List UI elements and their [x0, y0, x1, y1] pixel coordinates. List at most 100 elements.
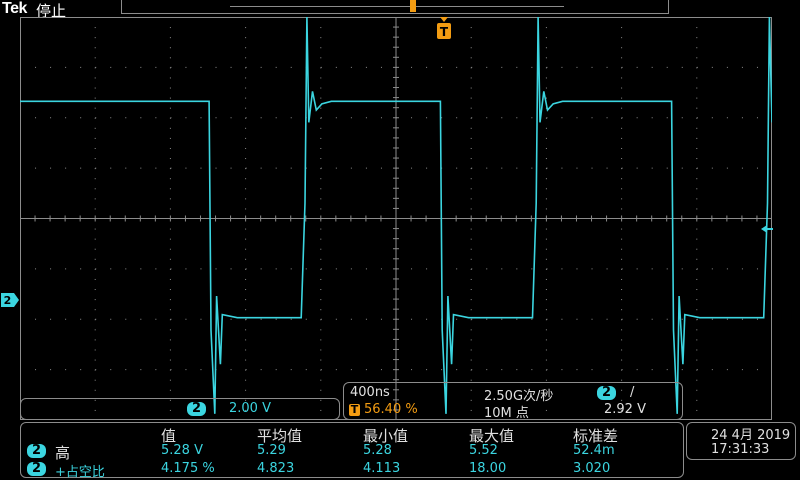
- graticule-dot: [545, 77, 547, 79]
- graticule-dot: [411, 66, 413, 68]
- graticule-dot: [110, 117, 112, 119]
- graticule-dot: [365, 117, 367, 119]
- graticule-dot: [696, 147, 698, 149]
- waveform-display[interactable]: [20, 17, 772, 420]
- graticule-dot: [20, 66, 21, 68]
- graticule-dot: [50, 318, 52, 320]
- graticule-dot: [545, 97, 547, 99]
- graticule-dot: [545, 87, 547, 89]
- graticule-dot: [741, 167, 743, 169]
- graticule-dot: [125, 167, 127, 169]
- graticule-dot: [621, 369, 623, 371]
- graticule-dot: [320, 238, 322, 240]
- graticule-dot: [456, 117, 458, 119]
- measurement-table[interactable]: 值 平均值 最小值 最大值 标准差 2 高 5.28 V 5.29 5.28 5…: [20, 422, 684, 480]
- graticule-dot: [320, 349, 322, 351]
- graticule-dot: [169, 147, 171, 149]
- graticule-dot: [94, 47, 96, 49]
- graticule: [20, 17, 772, 420]
- graticule-dot: [94, 178, 96, 180]
- graticule-dot: [576, 117, 578, 119]
- trigger-position-percent: 56.40 %: [364, 402, 418, 417]
- channel-2-scale-readout[interactable]: 2 2.00 V: [20, 398, 340, 420]
- graticule-dot: [350, 66, 352, 68]
- graticule-dot: [545, 309, 547, 311]
- graticule-dot: [94, 228, 96, 230]
- cell-mean: 5.29: [257, 443, 286, 458]
- graticule-dot: [245, 147, 247, 149]
- graticule-dot: [681, 167, 683, 169]
- graticule-dot: [94, 37, 96, 39]
- graticule-dot: [561, 167, 563, 169]
- graticule-dot: [666, 268, 668, 270]
- graticule-dot: [441, 66, 443, 68]
- graticule-dot: [456, 318, 458, 320]
- graticule-dot: [741, 66, 743, 68]
- graticule-dot: [696, 278, 698, 280]
- graticule-dot: [726, 66, 728, 68]
- graticule-dot: [169, 228, 171, 230]
- graticule-dot: [155, 66, 157, 68]
- graticule-dot: [545, 359, 547, 361]
- graticule-dot: [411, 369, 413, 371]
- graticule-dot: [169, 389, 171, 391]
- trigger-position-marker[interactable]: T: [436, 17, 452, 41]
- graticule-dot: [320, 379, 322, 381]
- graticule-dot: [636, 318, 638, 320]
- channel-2-ground-marker[interactable]: 2: [0, 292, 20, 308]
- graticule-dot: [696, 339, 698, 341]
- graticule-dot: [185, 369, 187, 371]
- graticule-dot: [155, 117, 157, 119]
- graticule-dot: [94, 17, 96, 18]
- graticule-dot: [245, 167, 247, 169]
- graticule-dot: [245, 178, 247, 180]
- graticule-dot: [80, 66, 82, 68]
- graticule-dot: [80, 117, 82, 119]
- graticule-dot: [169, 77, 171, 79]
- graticule-dot: [426, 318, 428, 320]
- graticule-dot: [726, 268, 728, 270]
- date: 24 4月 2019: [711, 428, 791, 443]
- graticule-dot: [245, 198, 247, 200]
- graticule-dot: [426, 66, 428, 68]
- datetime-readout[interactable]: 24 4月 2019 17:31:33: [686, 422, 796, 460]
- graticule-dot: [636, 167, 638, 169]
- graticule-dot: [545, 208, 547, 210]
- graticule-dot: [245, 87, 247, 89]
- graticule-dot: [621, 47, 623, 49]
- graticule-dot: [230, 117, 232, 119]
- graticule-dot: [155, 318, 157, 320]
- graticule-dot: [696, 137, 698, 139]
- record-view-bar[interactable]: [121, 0, 669, 14]
- graticule-dot: [65, 167, 67, 169]
- row-channel-badge: 2: [27, 462, 47, 476]
- graticule-dot: [606, 66, 608, 68]
- graticule-dot: [95, 318, 97, 320]
- graticule-dot: [696, 329, 698, 331]
- cell-max: 5.52: [469, 443, 498, 458]
- graticule-dot: [470, 228, 472, 230]
- graticule-dot: [426, 117, 428, 119]
- graticule-dot: [245, 258, 247, 260]
- trigger-slope-icon: /: [630, 385, 635, 400]
- graticule-dot: [95, 117, 97, 119]
- graticule-dot: [169, 107, 171, 109]
- trigger-level-arrow-icon[interactable]: [761, 223, 773, 235]
- graticule-dot: [470, 57, 472, 59]
- time: 17:31:33: [711, 442, 770, 457]
- graticule-dot: [696, 409, 698, 411]
- graticule-dot: [621, 299, 623, 301]
- graticule-dot: [621, 137, 623, 139]
- record-view-window: [230, 6, 564, 7]
- graticule-dot: [470, 248, 472, 250]
- graticule-dot: [696, 369, 698, 371]
- graticule-dot: [169, 137, 171, 139]
- graticule-dot: [169, 87, 171, 89]
- graticule-dot: [200, 117, 202, 119]
- graticule-dot: [696, 289, 698, 291]
- graticule-dot: [621, 188, 623, 190]
- horizontal-trigger-readout[interactable]: 400ns 2.50G次/秒 2 / T 56.40 % 10M 点 2.92 …: [343, 382, 683, 421]
- graticule-dot: [531, 268, 533, 270]
- graticule-dot: [470, 77, 472, 79]
- graticule-dot: [696, 268, 698, 270]
